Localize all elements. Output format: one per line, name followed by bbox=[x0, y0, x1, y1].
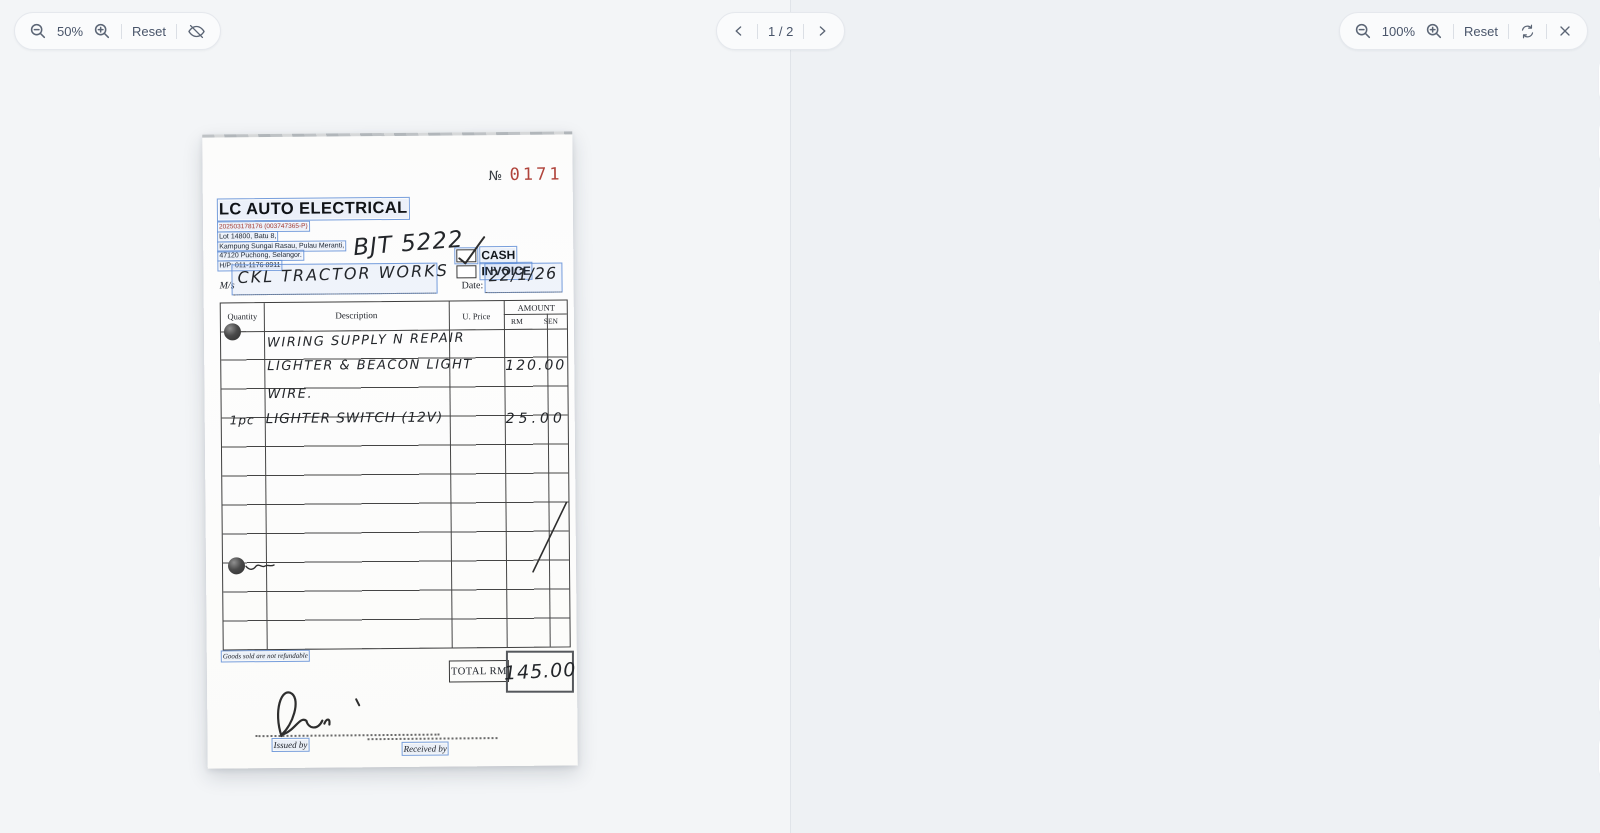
extraction-panel: Invoice 100% Reset issuer: LC AUTO bbox=[790, 0, 1600, 833]
zoom-in-icon bbox=[93, 22, 111, 40]
toolbar-divider bbox=[757, 24, 758, 39]
toolbar-divider bbox=[1508, 24, 1509, 39]
next-page-button[interactable] bbox=[814, 23, 830, 39]
refresh-button[interactable] bbox=[1519, 23, 1536, 40]
toolbar-divider bbox=[1453, 24, 1454, 39]
diagonal-strike bbox=[532, 502, 567, 571]
zoom-in-icon bbox=[1425, 22, 1443, 40]
toolbar-divider bbox=[121, 24, 122, 39]
zoom-in-button[interactable] bbox=[93, 22, 111, 40]
panel-zoom-in-button[interactable] bbox=[1425, 22, 1443, 40]
close-icon bbox=[1557, 23, 1573, 39]
zoom-out-button[interactable] bbox=[29, 22, 47, 40]
app-window: 50% Reset № 0171 LC AUTO ELECTRICAL 2025… bbox=[0, 0, 1600, 833]
close-button[interactable] bbox=[1557, 23, 1573, 39]
cash-checkmark bbox=[459, 237, 484, 263]
toolbar-divider bbox=[803, 24, 804, 39]
toolbar-divider bbox=[1546, 24, 1547, 39]
toolbar-divider bbox=[176, 24, 177, 39]
viewer-reset-button[interactable]: Reset bbox=[132, 24, 166, 39]
zoom-out-icon bbox=[1354, 22, 1372, 40]
pen-tick bbox=[356, 699, 359, 705]
chevron-right-icon bbox=[814, 23, 830, 39]
panel-reset-button[interactable]: Reset bbox=[1464, 24, 1498, 39]
invoice-scan[interactable]: № 0171 LC AUTO ELECTRICAL 202503178176 (… bbox=[202, 131, 578, 768]
page-indicator: 1 / 2 bbox=[768, 24, 793, 39]
viewer-zoom-level: 50% bbox=[57, 24, 83, 39]
page-navigation: 1 / 2 bbox=[716, 12, 845, 50]
chevron-left-icon bbox=[731, 23, 747, 39]
previous-page-button[interactable] bbox=[731, 23, 747, 39]
ink-marks-overlay bbox=[202, 131, 578, 768]
pen-squiggle bbox=[246, 565, 274, 569]
signature bbox=[278, 692, 330, 736]
document-viewer-pane[interactable]: 50% Reset № 0171 LC AUTO ELECTRICAL 2025… bbox=[0, 0, 790, 833]
eye-off-icon bbox=[187, 22, 206, 41]
refresh-icon bbox=[1519, 23, 1536, 40]
panel-zoom-toolbar: 100% Reset bbox=[1339, 12, 1588, 50]
viewer-zoom-toolbar: 50% Reset bbox=[14, 12, 221, 50]
zoom-out-icon bbox=[29, 22, 47, 40]
panel-zoom-out-button[interactable] bbox=[1354, 22, 1372, 40]
hide-annotations-button[interactable] bbox=[187, 22, 206, 41]
panel-zoom-level: 100% bbox=[1382, 24, 1415, 39]
